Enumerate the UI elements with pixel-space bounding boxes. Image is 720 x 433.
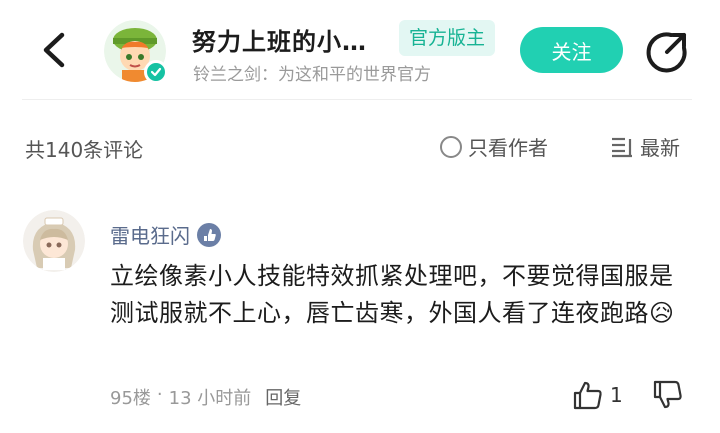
like-count: 1 [610,383,623,407]
share-icon [646,32,687,73]
header-divider [22,99,692,100]
level-badge-icon [197,222,221,247]
follow-button[interactable]: 关注 [520,27,623,73]
page-title[interactable]: 努力上班的小… [192,22,367,57]
sort-label: 最新 [640,136,680,160]
reply-button[interactable]: 回复 [265,384,301,410]
meta-separator: · [156,384,163,405]
commenter-username[interactable]: 雷电狂闪 [110,220,190,249]
comment-time: 13 小时前 [168,388,252,409]
comment-text: 立绘像素小人技能特效抓紧处理吧，不要觉得国服是测试服就不上心，唇亡齿寒，外国人看… [110,262,675,327]
circle-icon [440,135,462,158]
chevron-left-icon [43,32,65,68]
share-button[interactable] [645,30,689,74]
comment-meta: 95楼 · 13 小时前 回复 [110,384,301,410]
dislike-button[interactable] [652,380,684,414]
comment-toolbar: 共140条评论 只看作者 最新 [0,120,720,172]
sort-lines-icon [612,137,632,157]
verified-check-icon [144,60,168,84]
top-header: 努力上班的小… 官方版主 铃兰之剑：为这和平的世界官方 关注 [0,0,720,100]
comment-item: 雷电狂闪 立绘像素小人技能特效抓紧处理吧，不要觉得国服是测试服就不上心，唇亡齿寒… [0,200,720,433]
author-subtitle: 铃兰之剑：为这和平的世界官方 [193,65,431,85]
author-only-label: 只看作者 [468,136,548,160]
author-avatar-container[interactable] [104,20,168,84]
like-button[interactable]: 1 [572,380,623,410]
back-button[interactable] [34,28,74,72]
commenter-avatar[interactable] [23,210,85,272]
author-only-toggle[interactable]: 只看作者 [440,132,548,161]
thumbs-up-icon [573,381,602,410]
official-moderator-badge: 官方版主 [399,20,496,56]
thumbs-down-icon [653,380,682,409]
commenter-info: 雷电狂闪 [110,220,222,249]
sort-button[interactable]: 最新 [610,132,680,161]
comment-count: 共140条评论 [25,138,144,162]
floor-number: 95楼 [110,388,151,409]
